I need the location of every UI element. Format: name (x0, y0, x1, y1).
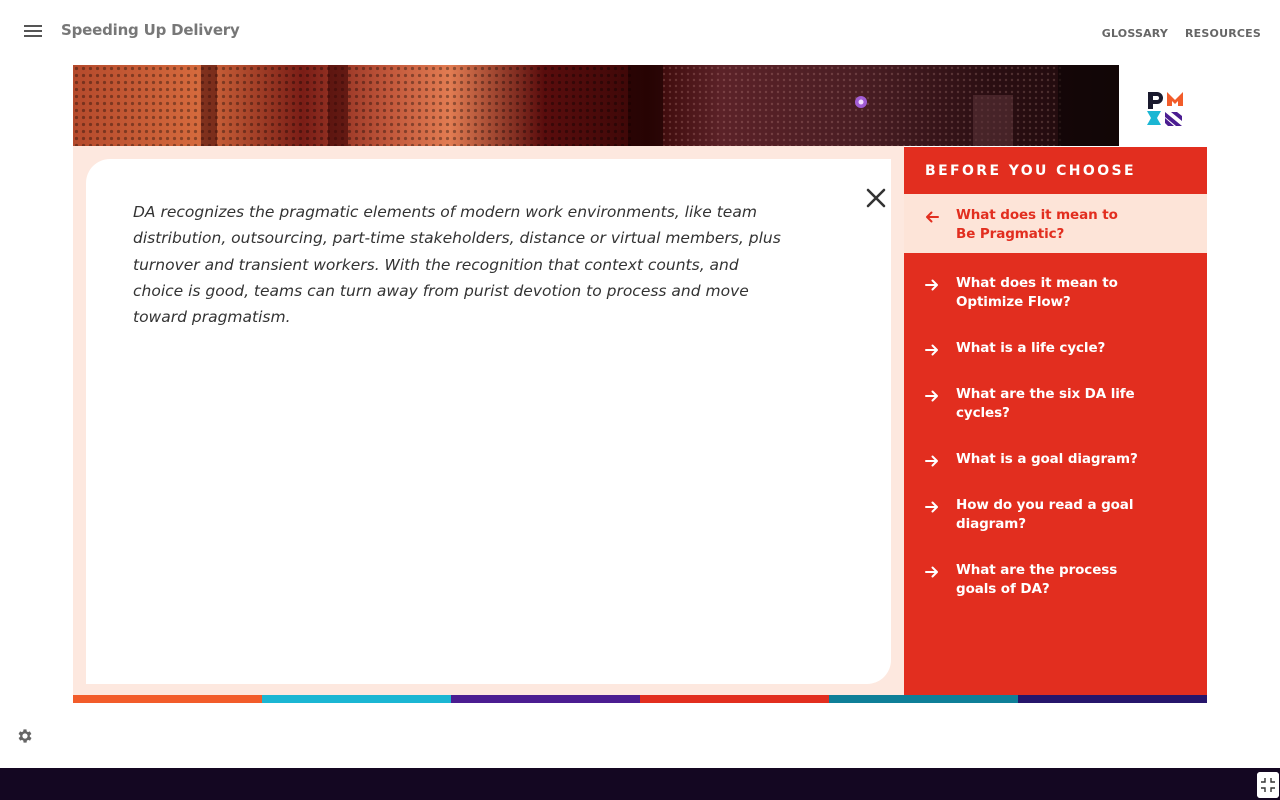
content-panel: DA recognizes the pragmatic elements of … (73, 146, 904, 695)
color-strip (73, 695, 1207, 703)
content-card: DA recognizes the pragmatic elements of … (86, 159, 891, 684)
arrow-right-icon (925, 501, 938, 513)
nav-item-label: What does it mean to Be Pragmatic? (956, 207, 1118, 242)
arrow-left-icon (926, 211, 939, 223)
nav-item-label: What are the six DA life cycles? (956, 386, 1135, 421)
menu-icon[interactable] (24, 25, 42, 39)
arrow-right-icon (925, 566, 938, 578)
gear-icon[interactable] (16, 727, 34, 745)
footer-bar (0, 768, 1280, 800)
arrow-right-icon (925, 390, 938, 402)
strip-segment (451, 695, 640, 703)
sidebar-nav: What does it mean to Be Pragmatic? What … (904, 194, 1207, 599)
hero-banner-image (73, 65, 1119, 146)
top-nav: GLOSSARY RESOURCES (1102, 27, 1261, 40)
sidebar-title: BEFORE YOU CHOOSE (925, 163, 1136, 179)
nav-item-read-goal-diagram[interactable]: How do you read a goal diagram? (904, 469, 1207, 534)
strip-segment (640, 695, 829, 703)
close-icon[interactable] (865, 187, 887, 209)
nav-item-label: What does it mean to Optimize Flow? (956, 275, 1118, 310)
arrow-right-icon (925, 455, 938, 467)
content-text: DA recognizes the pragmatic elements of … (133, 203, 781, 327)
nav-item-goal-diagram[interactable]: What is a goal diagram? (904, 423, 1207, 469)
arrow-right-icon (925, 344, 938, 356)
resources-link[interactable]: RESOURCES (1185, 27, 1261, 40)
nav-item-optimize-flow[interactable]: What does it mean to Optimize Flow? (904, 253, 1207, 312)
strip-segment (262, 695, 451, 703)
nav-item-label: What are the process goals of DA? (956, 562, 1118, 597)
sidebar: BEFORE YOU CHOOSE What does it mean to B… (904, 147, 1207, 695)
arrow-right-icon (925, 279, 938, 291)
app-title: Speeding Up Delivery (61, 21, 240, 39)
glossary-link[interactable]: GLOSSARY (1102, 27, 1168, 40)
nav-item-be-pragmatic[interactable]: What does it mean to Be Pragmatic? (904, 194, 1207, 253)
nav-item-label: How do you read a goal diagram? (956, 497, 1134, 532)
pmi-logo (1147, 92, 1183, 126)
strip-segment (73, 695, 262, 703)
nav-item-life-cycle[interactable]: What is a life cycle? (904, 312, 1207, 358)
nav-item-process-goals[interactable]: What are the process goals of DA? (904, 534, 1207, 599)
nav-item-six-life-cycles[interactable]: What are the six DA life cycles? (904, 358, 1207, 423)
strip-segment (1018, 695, 1207, 703)
nav-item-label: What is a life cycle? (956, 340, 1106, 356)
strip-segment (829, 695, 1018, 703)
nav-item-label: What is a goal diagram? (956, 451, 1138, 467)
exit-fullscreen-icon[interactable] (1257, 772, 1279, 798)
